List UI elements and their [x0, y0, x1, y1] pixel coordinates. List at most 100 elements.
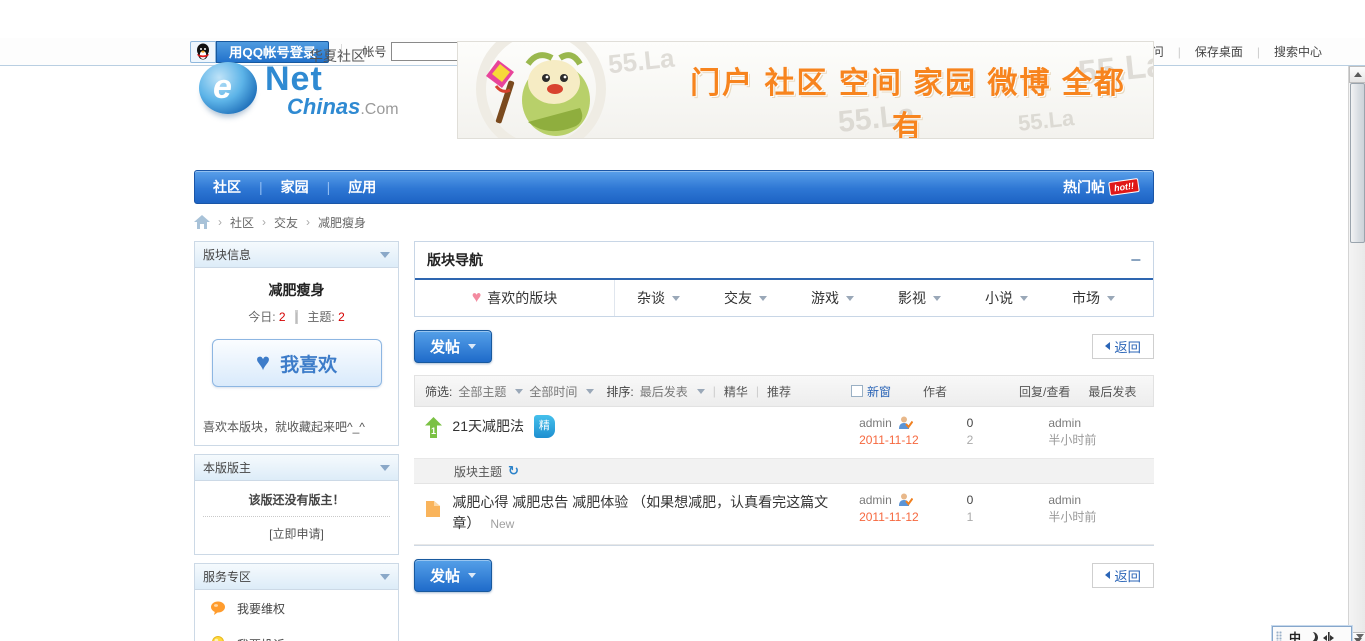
thread-title-link[interactable]: 21天减肥法 [452, 418, 524, 434]
collapse-minus-icon[interactable]: − [1130, 251, 1141, 269]
heart-icon: ♥ [471, 289, 482, 306]
divider: | [294, 310, 299, 324]
menu-friends[interactable]: 交友 [702, 280, 789, 316]
apply-moderator-link[interactable]: [立即申请] [195, 525, 398, 542]
menu-market[interactable]: 市场 [1050, 280, 1137, 316]
svg-text:1: 1 [431, 426, 436, 436]
section-title: 版块主题 [454, 464, 503, 479]
no-moderator-text: 该版还没有版主！ [248, 493, 345, 507]
last-poster-link[interactable]: admin [1048, 416, 1081, 430]
menu-games[interactable]: 游戏 [789, 280, 876, 316]
folder-icon [414, 492, 452, 518]
new-window-label: 新窗 [867, 384, 892, 399]
reply-count: 0 [966, 493, 974, 507]
ime-language-button[interactable]: 中 [1289, 629, 1301, 641]
forum-info-panel: 版块信息 减肥瘦身 今日: 2 | 主题: 2 ♥ 我喜欢 [194, 241, 399, 411]
moderator-panel-title: 本版版主 [203, 461, 252, 475]
like-forum-button[interactable]: ♥ 我喜欢 [211, 339, 382, 387]
chevron-down-icon [672, 295, 680, 301]
chevron-down-icon [759, 295, 767, 301]
ime-width-toggle-icon[interactable] [1323, 631, 1335, 641]
refresh-icon[interactable]: ↻ [508, 463, 519, 479]
logo-text: Net Chinas.Com [265, 62, 399, 118]
thread-date: 2011-11-12 [859, 433, 919, 447]
scrollbar-thumb[interactable] [1350, 83, 1365, 243]
breadcrumb-separator: › [218, 215, 222, 229]
hot-posts-link[interactable]: 热门帖 hot!! [1063, 177, 1153, 197]
logo-globe-icon: e [199, 62, 257, 114]
new-window-checkbox[interactable] [851, 385, 864, 397]
service-item-rights[interactable]: 我要维权 [195, 590, 398, 626]
back-arrow-icon [1105, 571, 1111, 579]
menu-misc[interactable]: 杂谈 [615, 280, 702, 316]
new-post-button[interactable]: 发帖 [414, 329, 492, 363]
thread-author-link[interactable]: admin [859, 416, 892, 430]
menu-movies[interactable]: 影视 [876, 280, 963, 316]
recommend-filter-link[interactable]: 推荐 [767, 383, 791, 400]
forum-nav-title: 版块导航 [427, 252, 483, 268]
filter-all-topics[interactable]: 全部主题 [458, 383, 506, 400]
vertical-scrollbar[interactable] [1348, 66, 1365, 641]
breadcrumb-separator: › [262, 215, 267, 229]
search-center-link[interactable]: 搜索中心 [1274, 43, 1322, 60]
chevron-down-icon [586, 388, 595, 394]
favorite-forums-label: 喜欢的版块 [487, 290, 558, 306]
collapse-arrow-icon[interactable] [380, 573, 390, 580]
save-desktop-link[interactable]: 保存桌面 [1195, 43, 1243, 60]
breadcrumb-community[interactable]: 社区 [230, 214, 254, 231]
favorite-forums-tab[interactable]: ♥ 喜欢的版块 [415, 280, 615, 316]
service-item-label: 我要投诉 [237, 636, 285, 641]
service-item-complaint[interactable]: 我要投诉 [195, 626, 398, 641]
back-button-bottom[interactable]: 返回 [1092, 562, 1154, 588]
breadcrumb-separator: › [306, 215, 311, 229]
new-post-button-bottom[interactable]: 发帖 [414, 558, 492, 592]
ime-language-bar[interactable]: 中 [1272, 626, 1364, 641]
divider: | [755, 384, 759, 398]
site-logo[interactable]: e Net Chinas.Com [199, 62, 399, 118]
order-last-post[interactable]: 最后发表 [640, 383, 688, 400]
forum-info-title: 版块信息 [203, 248, 252, 262]
back-button[interactable]: 返回 [1092, 333, 1154, 359]
chat-bubble-icon [209, 599, 227, 617]
menu-novels[interactable]: 小说 [963, 280, 1050, 316]
scroll-up-button[interactable] [1349, 66, 1365, 83]
back-label: 返回 [1114, 339, 1141, 355]
digest-filter-link[interactable]: 精华 [724, 383, 748, 400]
moderator-panel-header: 本版版主 [195, 455, 398, 481]
ad-banner[interactable]: 55.La 55.La 55.La 55.La 门户 社区 空间 家园 微博 全… [457, 41, 1154, 139]
mascot-illustration [486, 52, 590, 136]
menu-label: 交友 [724, 290, 752, 306]
divider [203, 516, 390, 517]
nav-item-home[interactable]: 家园 [263, 177, 327, 197]
chevron-down-icon [846, 295, 854, 301]
ime-punctuation-moon-icon[interactable] [1304, 631, 1319, 641]
home-icon[interactable] [194, 215, 210, 229]
collapse-arrow-icon[interactable] [380, 251, 390, 258]
lightbulb-icon [209, 635, 227, 641]
nav-item-community[interactable]: 社区 [195, 177, 259, 197]
main-column: 版块导航 − ♥ 喜欢的版块 杂谈 交友 游戏 影视 小说 市场 发帖 返回 筛… [414, 241, 1154, 641]
menu-label: 游戏 [811, 290, 839, 306]
last-post-time: 半小时前 [1048, 510, 1097, 524]
view-count: 2 [966, 433, 974, 447]
last-poster-link[interactable]: admin [1048, 493, 1081, 507]
like-button-label: 我喜欢 [280, 354, 338, 376]
new-post-label: 发帖 [429, 338, 460, 356]
drag-handle-icon[interactable] [1276, 630, 1282, 641]
new-tag: New [490, 517, 515, 531]
author-column-header: 作者 [923, 384, 948, 399]
topics-label: 主题: [307, 310, 335, 324]
breadcrumb-current-forum[interactable]: 减肥瘦身 [318, 214, 366, 231]
filter-all-time[interactable]: 全部时间 [529, 383, 577, 400]
topics-count: 2 [338, 310, 345, 324]
reply-count: 0 [966, 416, 974, 430]
forum-stats: 今日: 2 | 主题: 2 [195, 308, 398, 325]
thread-author-link[interactable]: admin [859, 493, 892, 507]
ime-options-chevron-icon[interactable] [1356, 634, 1364, 639]
nav-item-apps[interactable]: 应用 [330, 177, 394, 197]
menu-label: 市场 [1072, 290, 1100, 306]
breadcrumb-friends[interactable]: 交友 [274, 214, 298, 231]
service-panel-title: 服务专区 [203, 570, 252, 584]
collapse-arrow-icon[interactable] [380, 464, 390, 471]
main-navbar: 社区 | 家园 | 应用 热门帖 hot!! [194, 170, 1154, 204]
